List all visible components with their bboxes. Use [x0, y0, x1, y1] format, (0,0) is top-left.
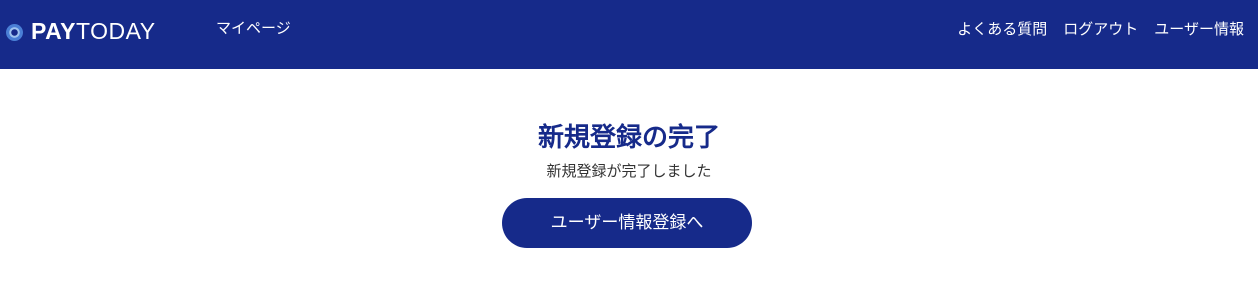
circle-logo-icon — [6, 23, 23, 41]
logo-text-bold: PAY — [31, 18, 76, 44]
logo-text-light: TODAY — [75, 18, 156, 44]
nav-mypage[interactable]: マイページ — [216, 18, 291, 38]
nav-right: よくある質問 ログアウト ユーザー情報 — [957, 19, 1244, 39]
user-info-register-button[interactable]: ユーザー情報登録へ — [502, 198, 752, 248]
logo-text: PAYTODAY — [31, 17, 156, 45]
top-header: PAYTODAY マイページ よくある質問 ログアウト ユーザー情報 — [0, 0, 1258, 69]
paytoday-logo[interactable]: PAYTODAY — [6, 17, 156, 45]
page-title: 新規登録の完了 — [537, 123, 720, 153]
nav-user-info[interactable]: ユーザー情報 — [1154, 19, 1244, 39]
main-content: 新規登録の完了 新規登録が完了しました ユーザー情報登録へ — [0, 69, 1258, 307]
completion-message: 新規登録が完了しました — [546, 162, 712, 180]
nav-faq[interactable]: よくある質問 — [957, 19, 1047, 39]
nav-logout[interactable]: ログアウト — [1063, 19, 1138, 39]
